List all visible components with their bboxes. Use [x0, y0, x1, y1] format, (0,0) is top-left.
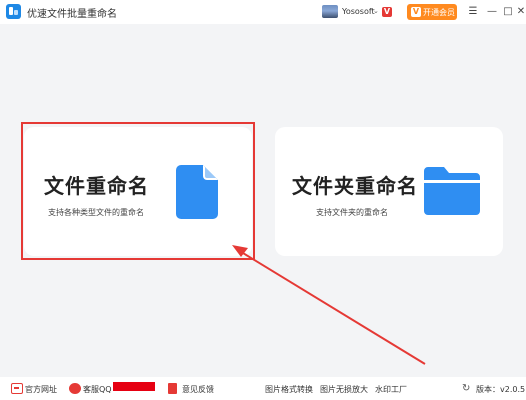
refresh-icon: ↻ — [462, 383, 471, 394]
version-label: 版本：v2.0.5 — [476, 385, 526, 394]
app-logo-icon — [6, 4, 21, 19]
app-title: 优速文件批量重命名 — [27, 9, 117, 20]
watermark-label: 水印工厂 — [375, 385, 407, 394]
open-vip-label: 开通会员 — [423, 8, 455, 17]
menu-icon[interactable]: ☰ — [464, 3, 482, 21]
user-avatar[interactable] — [322, 5, 338, 18]
file-rename-card[interactable]: 文件重命名 支持各种类型文件的重命名 — [24, 127, 252, 256]
website-icon — [11, 383, 23, 394]
image-convert-label: 图片格式转换 — [265, 385, 313, 394]
folder-icon — [424, 167, 480, 215]
file-rename-description: 支持各种类型文件的重命名 — [48, 208, 144, 217]
file-rename-title: 文件重命名 — [44, 174, 149, 198]
folder-rename-card[interactable]: 文件夹重命名 支持文件夹的重命名 — [275, 127, 503, 256]
chevron-down-icon[interactable]: ⌄ — [373, 7, 379, 15]
vip-icon: V — [411, 7, 421, 17]
close-button[interactable]: ✕ — [512, 3, 526, 21]
open-vip-button[interactable]: V 开通会员 — [407, 4, 457, 20]
title-bar: 优速文件批量重命名 Yososoft ⌄ V V 开通会员 ☰ — □ ✕ — [0, 0, 526, 24]
feedback-icon — [168, 383, 177, 394]
redacted-qq-number — [113, 382, 155, 391]
website-label: 官方网址 — [25, 385, 57, 394]
image-enlarge-label: 图片无损放大 — [320, 385, 368, 394]
folder-rename-description: 支持文件夹的重命名 — [316, 208, 388, 217]
feedback-label: 意见反馈 — [182, 385, 214, 394]
qq-label: 客服QQ — [83, 385, 112, 394]
headset-icon — [69, 383, 81, 394]
vip-badge-icon: V — [382, 7, 392, 17]
footer-bar: 官方网址 客服QQ 意见反馈 图片格式转换 图片无损放大 水印工厂 ↻ 版本：v… — [0, 377, 526, 400]
folder-rename-title: 文件夹重命名 — [292, 174, 418, 198]
username[interactable]: Yososoft — [342, 7, 375, 16]
file-icon — [176, 165, 218, 219]
